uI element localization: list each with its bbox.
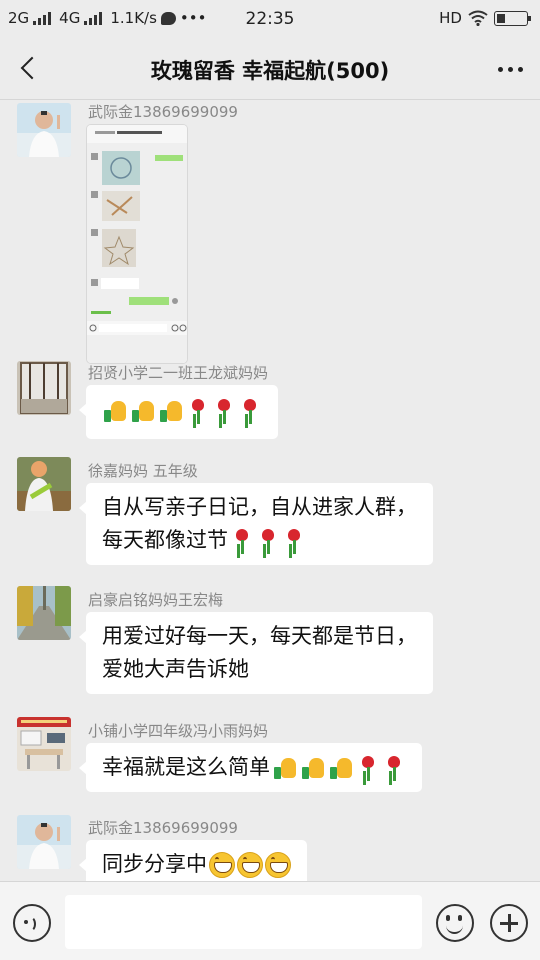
rose-icon xyxy=(282,527,306,555)
message-item: 招贤小学二一班王龙斌妈妈 xyxy=(0,359,540,439)
sender-name: 徐嘉妈妈 五年级 xyxy=(88,462,198,480)
hd-label: HD xyxy=(439,9,462,27)
avatar[interactable] xyxy=(17,103,71,157)
more-options-button[interactable] xyxy=(494,54,526,84)
input-bar xyxy=(0,881,540,960)
thumbs-up-icon xyxy=(300,755,326,781)
message-item: 徐嘉妈妈 五年级 自从写亲子日记，自从进家人群， 每天都像过节 xyxy=(0,457,540,572)
wifi-icon xyxy=(468,10,488,26)
rose-icon xyxy=(238,397,262,425)
status-bar: 2G 4G 1.1K/s ••• 22:35 HD xyxy=(0,0,540,38)
rose-icon xyxy=(212,397,236,425)
message-text: 幸福就是这么简单 xyxy=(102,755,270,779)
message-input[interactable] xyxy=(65,895,422,949)
avatar[interactable] xyxy=(17,815,71,869)
message-text-line: 用爱过好每一天，每天都是节日， xyxy=(102,624,417,648)
sender-name: 小铺小学四年级冯小雨妈妈 xyxy=(88,722,269,740)
thumbs-up-icon xyxy=(102,398,128,424)
message-item: 启豪启铭妈妈王宏梅 用爱过好每一天，每天都是节日， 爱她大声告诉她 xyxy=(0,586,540,701)
avatar[interactable] xyxy=(17,361,71,415)
chat-title: 玫瑰留香 幸福起航(500) xyxy=(150,59,390,83)
grinning-face-icon xyxy=(265,851,291,878)
message-list[interactable]: 武际金13869699099 招贤小学二一班王龙斌妈妈 徐嘉妈妈 五年级 自从写… xyxy=(0,101,540,881)
message-bubble[interactable]: 同步分享中 xyxy=(79,840,307,881)
message-text-line: 爱她大声告诉她 xyxy=(102,657,249,681)
message-bubble[interactable]: 用爱过好每一天，每天都是节日， 爱她大声告诉她 xyxy=(79,612,433,694)
message-text: 同步分享中 xyxy=(102,852,207,876)
thumbs-up-icon xyxy=(158,398,184,424)
message-item: 小铺小学四年级冯小雨妈妈 幸福就是这么简单 xyxy=(0,715,540,795)
thumbs-up-icon xyxy=(130,398,156,424)
message-bubble[interactable]: 幸福就是这么简单 xyxy=(79,743,422,792)
image-message[interactable] xyxy=(86,124,188,364)
thumbs-up-icon xyxy=(328,755,354,781)
message-text-line-with-emoji: 幸福就是这么简单 xyxy=(102,751,406,784)
sender-name: 武际金13869699099 xyxy=(88,103,238,121)
avatar[interactable] xyxy=(17,457,71,511)
plus-icon[interactable] xyxy=(490,904,528,942)
grinning-face-icon xyxy=(237,851,263,878)
voice-icon[interactable] xyxy=(13,904,51,942)
message-text-line-with-emoji: 每天都像过节 xyxy=(102,524,417,557)
grinning-face-icon xyxy=(209,851,235,878)
thumbs-up-icon xyxy=(272,755,298,781)
message-text: 每天都像过节 xyxy=(102,528,228,552)
rose-icon xyxy=(256,527,280,555)
avatar[interactable] xyxy=(17,586,71,640)
message-item: 武际金13869699099 同步分享中 xyxy=(0,813,540,881)
message-bubble[interactable]: 自从写亲子日记，自从进家人群， 每天都像过节 xyxy=(79,483,433,565)
status-right: HD xyxy=(439,9,531,27)
emoji-sequence xyxy=(102,397,262,425)
chat-header: 玫瑰留香 幸福起航(500) xyxy=(0,38,540,100)
message-text-line-with-emoji: 同步分享中 xyxy=(102,848,291,881)
message-text-line: 自从写亲子日记，自从进家人群， xyxy=(102,495,417,519)
rose-icon xyxy=(356,754,380,782)
rose-icon xyxy=(186,397,210,425)
battery-icon xyxy=(494,10,531,26)
sender-name: 武际金13869699099 xyxy=(88,819,238,837)
message-item: 武际金13869699099 xyxy=(0,101,540,364)
rose-icon xyxy=(382,754,406,782)
rose-icon xyxy=(230,527,254,555)
message-bubble[interactable] xyxy=(79,385,278,439)
sender-name: 启豪启铭妈妈王宏梅 xyxy=(88,591,224,609)
avatar[interactable] xyxy=(17,717,71,771)
sender-name: 招贤小学二一班王龙斌妈妈 xyxy=(88,364,269,382)
emoji-icon[interactable] xyxy=(436,904,474,942)
